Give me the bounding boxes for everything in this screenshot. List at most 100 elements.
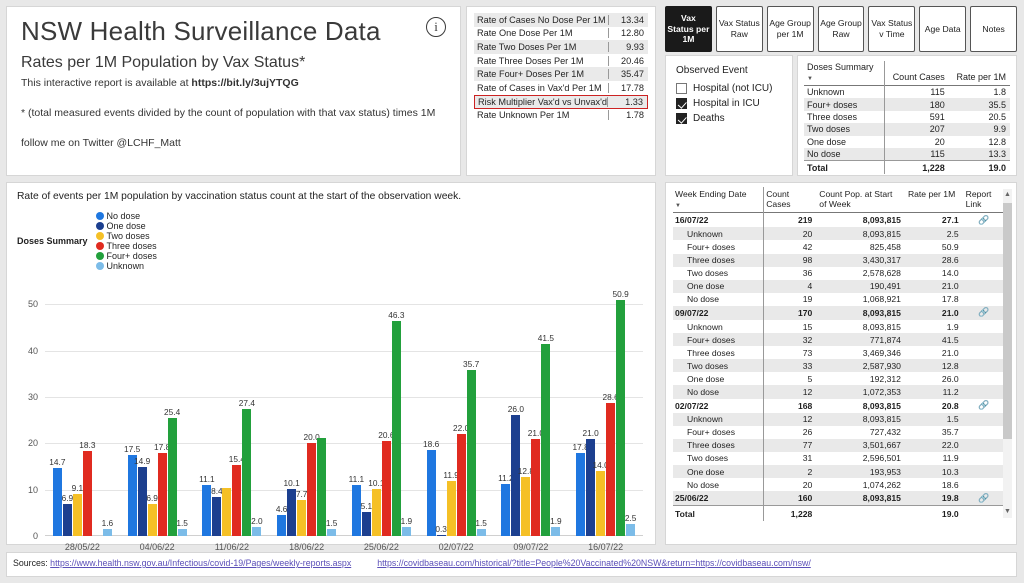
bar[interactable]: 35.7: [463, 359, 479, 536]
bar[interactable]: 11.2: [498, 473, 514, 536]
rate-row[interactable]: Rate of Cases in Vax'd Per 1M 17.78: [474, 81, 648, 95]
bar[interactable]: 17.8: [154, 442, 170, 536]
col-count-cases[interactable]: Count Cases: [763, 187, 818, 213]
table-row[interactable]: Three doses 73 3,469,346 21.0: [673, 346, 1007, 360]
observed-event-option[interactable]: Hospital (not ICU): [676, 83, 782, 94]
bar[interactable]: 6.9: [62, 493, 73, 536]
bar[interactable]: 11.1: [199, 474, 215, 536]
row-report-link[interactable]: 🔗: [963, 305, 1007, 320]
bar[interactable]: 10.1: [284, 478, 300, 536]
scroll-down-icon[interactable]: ▼: [1003, 506, 1012, 518]
bar[interactable]: 14.9: [134, 456, 150, 536]
link-icon[interactable]: 🔗: [978, 400, 989, 410]
bar[interactable]: 21.0: [583, 428, 599, 536]
scrollbar-thumb[interactable]: [1003, 203, 1012, 439]
bar[interactable]: 17.8: [573, 442, 589, 536]
bar[interactable]: 5.1: [361, 501, 372, 536]
doses-summary-col-label[interactable]: Doses Summary ▼: [804, 61, 884, 86]
bar[interactable]: 28.6: [603, 392, 619, 536]
link-icon[interactable]: 🔗: [978, 215, 989, 225]
bar[interactable]: 6.9: [146, 493, 158, 536]
table-row[interactable]: Unknown 115 1.8: [804, 85, 1010, 99]
bar[interactable]: 17.5: [124, 444, 140, 536]
checkbox-icon[interactable]: [676, 83, 687, 94]
bar[interactable]: 14.7: [49, 457, 65, 536]
tab-age-group-raw[interactable]: Age Group Raw: [817, 6, 865, 52]
report-short-link[interactable]: https://bit.ly/3ujYTQG: [191, 77, 298, 89]
link-icon[interactable]: 🔗: [978, 307, 989, 317]
rate-row[interactable]: Rate Three Doses Per 1M 20.46: [474, 54, 648, 68]
row-report-link[interactable]: 🔗: [964, 399, 1007, 413]
table-row[interactable]: 25/06/22 160 8,093,815 19.8 🔗: [673, 491, 1007, 506]
bar[interactable]: 18.3: [79, 440, 95, 536]
table-row[interactable]: Three doses 591 20.5: [804, 110, 1010, 124]
tab-vax-status-raw[interactable]: Vax Status Raw: [715, 6, 763, 52]
table-row[interactable]: One dose 5 192,312 26.0: [673, 372, 1007, 386]
bar[interactable]: 1.5: [326, 518, 337, 536]
table-row[interactable]: Three doses 77 3,501,667 22.0: [673, 438, 1007, 452]
legend-item[interactable]: No dose: [95, 211, 157, 221]
table-row[interactable]: Two doses 36 2,578,628 14.0: [673, 266, 1007, 280]
tab-age-group-per-1m[interactable]: Age Group per 1M: [766, 6, 814, 52]
bar[interactable]: [317, 437, 327, 536]
table-row[interactable]: Unknown 15 8,093,815 1.9: [673, 319, 1007, 334]
table-row[interactable]: Four+ doses 42 825,458 50.9: [673, 240, 1007, 254]
bar[interactable]: 15.4: [229, 454, 245, 536]
rate-row[interactable]: Rate One Dose Per 1M 12.80: [474, 27, 648, 41]
bar[interactable]: 20.0: [304, 432, 320, 536]
table-row[interactable]: 02/07/22 168 8,093,815 20.8 🔗: [673, 398, 1007, 413]
col-week-ending-date[interactable]: Week Ending Date ▼: [673, 187, 764, 213]
bar[interactable]: 2.0: [251, 516, 263, 536]
legend-item[interactable]: Four+ doses: [95, 251, 157, 261]
rate-row[interactable]: Rate of Cases No Dose Per 1M 13.34: [474, 13, 648, 27]
scroll-up-icon[interactable]: ▲: [1003, 189, 1012, 201]
bar[interactable]: 22.0: [453, 423, 469, 536]
legend-item[interactable]: Unknown: [95, 261, 157, 271]
legend-item[interactable]: One dose: [95, 221, 157, 231]
table-row[interactable]: Four+ doses 32 771,874 41.5: [673, 333, 1007, 347]
col-report-link[interactable]: Report Link: [964, 187, 1007, 213]
bar[interactable]: 20.6: [378, 430, 394, 536]
info-icon[interactable]: i: [426, 17, 446, 37]
table-row[interactable]: One dose 4 190,491 21.0: [673, 279, 1007, 293]
table-row[interactable]: Two doses 31 2,596,501 11.9: [673, 451, 1007, 465]
bar[interactable]: 1.5: [475, 518, 487, 536]
table-row[interactable]: Four+ doses 180 35.5: [804, 98, 1010, 111]
tab-age-data[interactable]: Age Data: [919, 6, 967, 52]
table-row[interactable]: Four+ doses 26 727,432 35.7: [673, 425, 1007, 439]
tab-notes[interactable]: Notes: [970, 6, 1018, 52]
bar[interactable]: 10.1: [368, 478, 384, 536]
col-rate-per-1m[interactable]: Rate per 1M: [906, 187, 964, 213]
doses-summary-col-count[interactable]: Count Cases: [883, 61, 949, 86]
bar[interactable]: 46.3: [388, 310, 404, 536]
observed-event-option[interactable]: Hospital in ICU: [676, 98, 782, 109]
rate-row[interactable]: Rate Unknown Per 1M 1.78: [474, 109, 648, 123]
rate-row[interactable]: Rate Four+ Doses Per 1M 35.47: [474, 67, 648, 81]
legend-item[interactable]: Three doses: [95, 241, 157, 251]
bar[interactable]: 7.7: [296, 489, 307, 536]
bar[interactable]: 4.6: [276, 504, 287, 536]
checkbox-icon[interactable]: [676, 113, 687, 124]
doses-summary-col-rate[interactable]: Rate per 1M: [949, 61, 1010, 86]
bar[interactable]: 0.3: [435, 524, 447, 536]
table-row[interactable]: 16/07/22 219 8,093,815 27.1 🔗: [673, 212, 1007, 228]
bar[interactable]: 18.6: [423, 439, 439, 536]
bar[interactable]: 2.5: [625, 513, 636, 536]
bar[interactable]: 21.0: [528, 428, 544, 536]
rate-row[interactable]: Risk Multiplier Vax'd vs Unvax'd 1.33: [474, 94, 648, 109]
bar[interactable]: 11.1: [349, 474, 364, 536]
row-report-link[interactable]: 🔗: [963, 491, 1007, 506]
bar[interactable]: 1.5: [176, 518, 188, 536]
rate-row[interactable]: Rate Two Doses Per 1M 9.93: [474, 40, 648, 54]
bar[interactable]: 12.8: [518, 466, 534, 536]
table-row[interactable]: One dose 2 193,953 10.3: [673, 465, 1007, 479]
table-row[interactable]: Unknown 12 8,093,815 1.5: [673, 412, 1007, 426]
bar[interactable]: 11.9: [443, 470, 459, 536]
source-link-covidbase[interactable]: https://covidbaseau.com/historical/?titl…: [377, 558, 811, 568]
link-icon[interactable]: 🔗: [978, 493, 989, 503]
table-scrollbar[interactable]: ▲ ▼: [1003, 189, 1012, 518]
table-row[interactable]: Two doses 207 9.9: [804, 123, 1010, 136]
table-row[interactable]: No dose 12 1,072,353 11.2: [673, 385, 1007, 399]
tab-vax-status-per-1m[interactable]: Vax Status per 1M: [665, 6, 712, 52]
observed-event-option[interactable]: Deaths: [676, 113, 782, 124]
